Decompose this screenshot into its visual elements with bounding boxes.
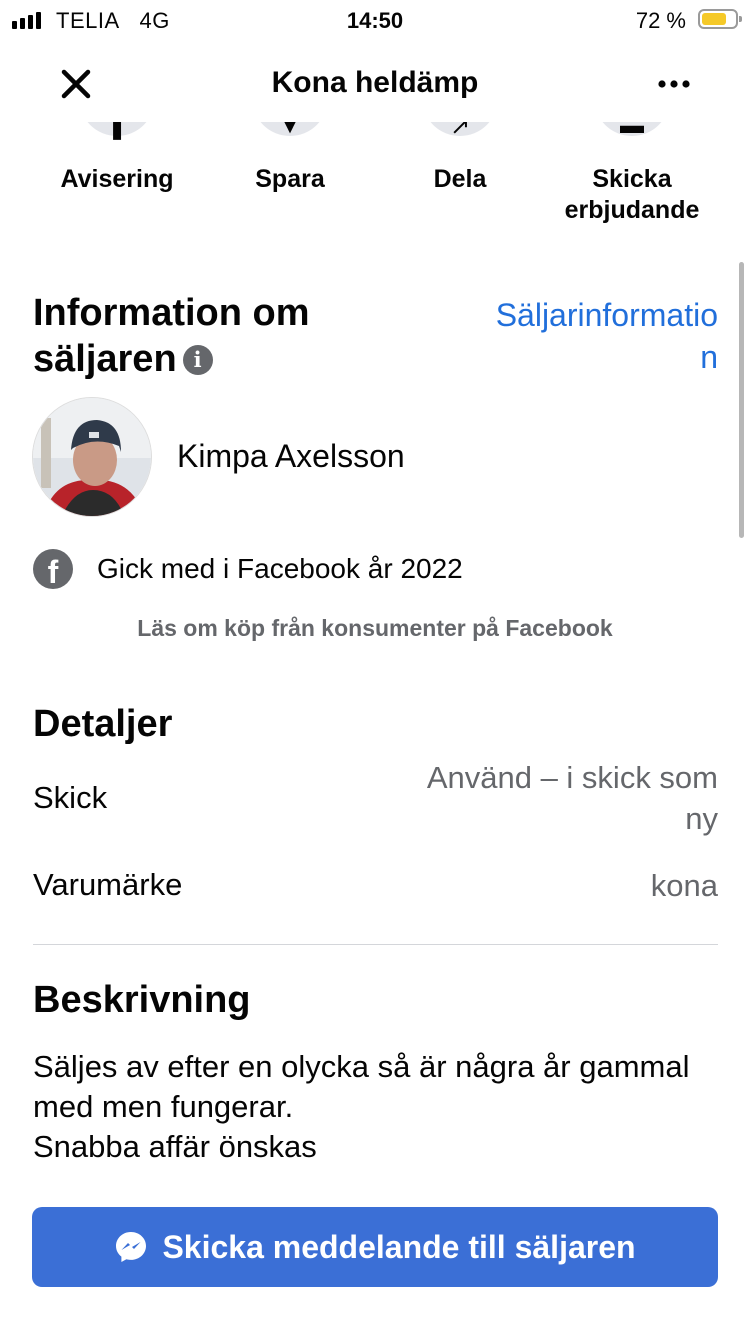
page-title: Kona heldämp bbox=[271, 66, 479, 99]
more-options-button[interactable] bbox=[650, 62, 698, 106]
battery-percentage: 72 % bbox=[635, 8, 686, 33]
message-seller-label: Skicka meddelande till säljaren bbox=[162, 1228, 636, 1265]
messenger-icon bbox=[116, 1232, 147, 1262]
action-label: Skicka erbjudande bbox=[564, 165, 700, 224]
read-more-link[interactable]: Läs om köp från konsumenter på Facebook bbox=[0, 615, 750, 642]
seller-photo bbox=[33, 398, 151, 516]
message-seller-button[interactable]: Skicka meddelande till säljaren bbox=[32, 1207, 718, 1287]
detail-key-brand: Varumärke bbox=[33, 867, 183, 902]
more-options-icon bbox=[658, 80, 690, 88]
seller-info-link[interactable]: Säljarinformation bbox=[478, 294, 718, 378]
description-text: Säljes av efter en olycka så är några år… bbox=[33, 1047, 723, 1167]
seller-section-title: Information om säljaren i bbox=[33, 292, 310, 380]
action-label: Dela bbox=[433, 165, 487, 193]
divider bbox=[33, 944, 718, 945]
status-bar: TELIA 4G 14:50 72 % bbox=[0, 0, 750, 40]
joined-text: Gick med i Facebook år 2022 bbox=[97, 553, 463, 584]
info-icon[interactable]: i bbox=[182, 345, 213, 375]
facebook-icon: f bbox=[33, 549, 73, 589]
action-label: Avisering bbox=[60, 165, 174, 193]
description-line: Snabba affär önskas bbox=[33, 1129, 317, 1164]
details-title: Detaljer bbox=[33, 703, 173, 745]
description-title: Beskrivning bbox=[33, 979, 251, 1021]
detail-key-condition: Skick bbox=[33, 780, 108, 815]
battery-icon bbox=[698, 9, 742, 29]
scrollbar[interactable] bbox=[739, 262, 744, 538]
detail-value-brand: kona bbox=[650, 868, 718, 903]
avatar[interactable] bbox=[32, 397, 152, 517]
seller-name[interactable]: Kimpa Axelsson bbox=[177, 438, 405, 475]
description-line: Säljes av efter en olycka så är några år… bbox=[33, 1049, 690, 1124]
detail-value-condition: Använd – i skick som ny bbox=[426, 760, 718, 836]
